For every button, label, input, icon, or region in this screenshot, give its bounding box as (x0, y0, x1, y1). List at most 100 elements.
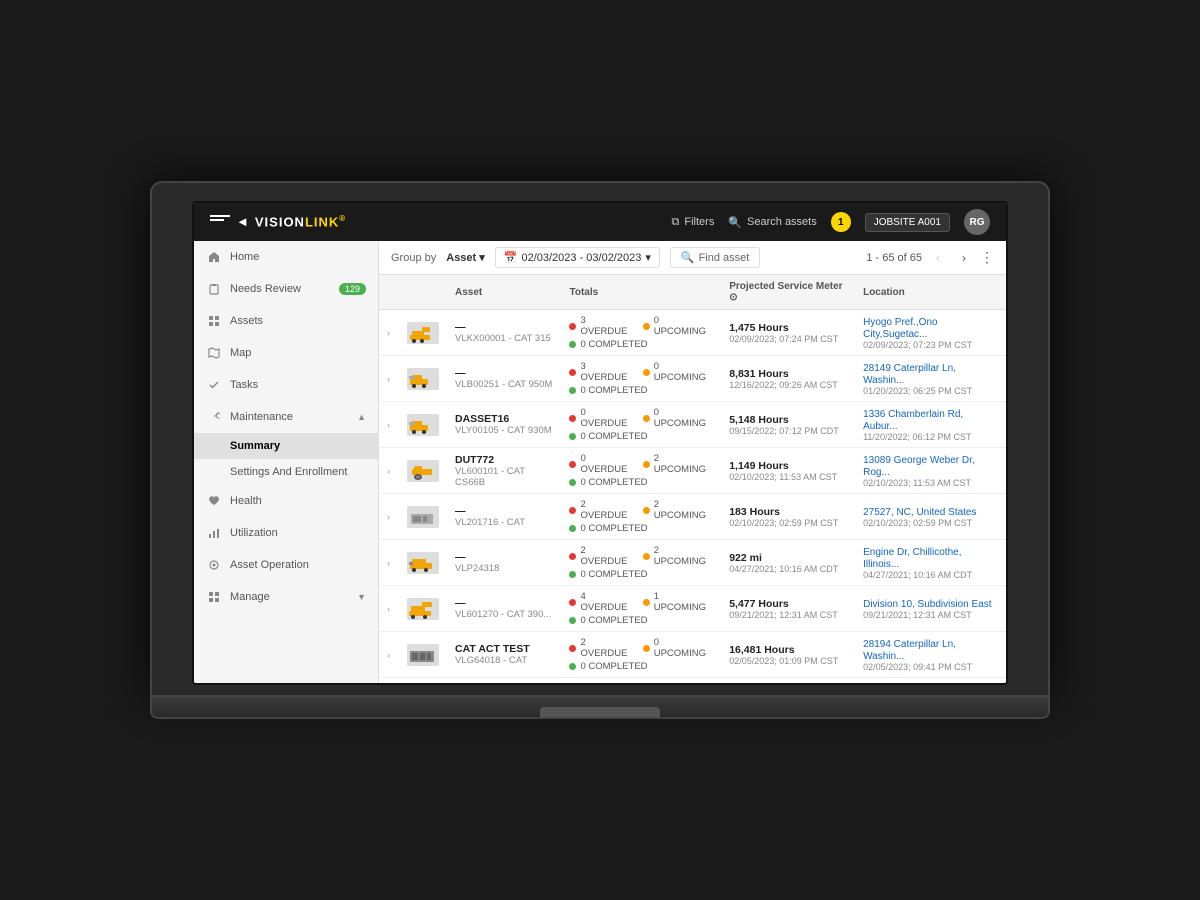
asset-id: VL201716 - CAT (455, 517, 553, 528)
overdue-row: 2 OVERDUE 0 UPCOMING (569, 637, 713, 659)
asset-thumb (407, 368, 439, 390)
overdue-dot (569, 461, 576, 468)
upcoming-count: 0 UPCOMING (654, 315, 713, 337)
col-asset[interactable]: Asset (447, 275, 561, 310)
row-expand[interactable]: › (379, 678, 399, 684)
completed-dot (569, 525, 576, 532)
upcoming-count: 0 UPCOMING (654, 637, 713, 659)
location-link[interactable]: Hyogo Pref.,Ono City,Sugetac... (863, 317, 937, 340)
find-asset-input[interactable]: 🔍 Find asset (670, 247, 760, 268)
completed-row: 0 COMPLETED (569, 431, 713, 442)
location-link[interactable]: Division 10, Subdivision East (863, 599, 991, 610)
row-expand[interactable]: › (379, 402, 399, 448)
row-asset-info: CAT ACT TEST VLG64018 - CAT (447, 632, 561, 678)
row-meter: 183 Hours 02/10/2023; 02:59 PM CST (721, 494, 855, 540)
logo: ◄ VISIONLINK® (210, 214, 346, 229)
location-link[interactable]: 27527, NC, United States (863, 507, 976, 518)
assets-table: Asset Totals Projected Service Meter ⊙ L… (379, 275, 1006, 683)
assets-icon (206, 313, 222, 329)
sidebar-item-home[interactable]: Home (194, 241, 378, 273)
row-expand[interactable]: › (379, 310, 399, 356)
row-expand[interactable]: › (379, 540, 399, 586)
completed-dot (569, 433, 576, 440)
asset-id: VLB00251 - CAT 950M (455, 379, 553, 390)
table-row: › CAT ACT TEST VLG64018 - CAT 2 OVERDUE … (379, 632, 1006, 678)
toolbar: Group by Asset ▾ 📅 02/03/2023 - 03/02/20… (379, 241, 1006, 275)
row-totals: 3 OVERDUE 0 UPCOMING 0 COMPLETED (561, 356, 721, 402)
location-link[interactable]: Engine Dr, Chillicothe, Illinois... (863, 547, 961, 570)
sidebar-item-settings-enrollment[interactable]: Settings And Enrollment (194, 459, 378, 485)
row-expand[interactable]: › (379, 356, 399, 402)
sidebar-item-assets[interactable]: Assets (194, 305, 378, 337)
sidebar-item-health[interactable]: Health (194, 485, 378, 517)
row-totals: 0 OVERDUE 0 UPCOMING 0 COMPLETED (561, 402, 721, 448)
location-link[interactable]: 28194 Caterpillar Ln, Washin... (863, 639, 956, 662)
status-dots: 3 OVERDUE 0 UPCOMING 0 COMPLETED (569, 315, 713, 350)
search-assets-button[interactable]: 🔍 Search assets (728, 216, 816, 229)
col-location[interactable]: Location (855, 275, 1006, 310)
completed-dot (569, 479, 576, 486)
group-by-label: Group by (391, 252, 436, 264)
row-expand[interactable]: › (379, 494, 399, 540)
overdue-row: 3 OVERDUE 0 UPCOMING (569, 361, 713, 383)
asset-name: DUT772 (455, 454, 553, 466)
row-thumbnail (399, 310, 447, 356)
clipboard-icon (206, 281, 222, 297)
search-icon: 🔍 (728, 216, 742, 229)
user-avatar[interactable]: RG (964, 209, 990, 235)
location-date: 04/27/2021; 10:16 AM CDT (863, 570, 998, 580)
sidebar-item-asset-operation[interactable]: Asset Operation (194, 549, 378, 581)
sidebar-item-needs-review[interactable]: Needs Review 129 (194, 273, 378, 305)
col-totals[interactable]: Totals (561, 275, 721, 310)
table-row: › DASSET16 VLY00105 - CAT 930M 0 OVERDUE… (379, 402, 1006, 448)
table-body: › — VLKX00001 - CAT 315 3 OVERDUE 0 UPCO… (379, 310, 1006, 684)
asset-name: — (455, 551, 553, 563)
filters-button[interactable]: ⧉ Filters (672, 216, 715, 229)
sidebar-item-maintenance[interactable]: Maintenance ▲ (194, 401, 378, 433)
map-icon (206, 345, 222, 361)
row-expand[interactable]: › (379, 448, 399, 494)
completed-row: 0 COMPLETED (569, 385, 713, 396)
jobsite-badge[interactable]: JOBSITE A001 (865, 213, 950, 232)
status-dots: 0 OVERDUE 2 UPCOMING 0 COMPLETED (569, 453, 713, 488)
row-expand[interactable]: › (379, 632, 399, 678)
notification-badge[interactable]: 1 (831, 212, 851, 232)
completed-count: 0 COMPLETED (580, 569, 647, 580)
logo-text: VISIONLINK® (255, 214, 346, 229)
table-row: › — VL201716 - CAT 2 OVERDUE 2 UPCOMING (379, 494, 1006, 540)
menu-icon[interactable] (210, 215, 230, 229)
asset-id: VLG64018 - CAT (455, 655, 553, 666)
next-page-button[interactable]: › (954, 248, 974, 268)
date-range-picker[interactable]: 📅 02/03/2023 - 03/02/2023 ▾ (495, 247, 660, 268)
app-header: ◄ VISIONLINK® ⧉ Filters 🔍 Search assets (194, 203, 1006, 241)
overdue-count: 2 OVERDUE (580, 545, 634, 567)
sidebar-item-utilization[interactable]: Utilization (194, 517, 378, 549)
needs-review-badge: 129 (339, 283, 366, 295)
sidebar-item-summary[interactable]: Summary (194, 433, 378, 459)
row-expand[interactable]: › (379, 586, 399, 632)
group-by-select[interactable]: Asset ▾ (446, 251, 485, 264)
location-link[interactable]: 1336 Chamberlain Rd, Aubur... (863, 409, 963, 432)
screen-bezel: ◄ VISIONLINK® ⧉ Filters 🔍 Search assets (150, 181, 1050, 697)
upcoming-dot (643, 461, 650, 468)
sidebar-item-tasks[interactable]: Tasks (194, 369, 378, 401)
table-row: › — VL601270 - CAT 390... 4 OVERDUE 1 UP… (379, 586, 1006, 632)
table-row: › — VLP24318 2 OVERDUE 2 UPCOMING 0 CO (379, 540, 1006, 586)
col-meter[interactable]: Projected Service Meter ⊙ (721, 275, 855, 310)
row-location: Division 10, Subdivision East 09/21/2021… (855, 586, 1006, 632)
status-dots: 4 OVERDUE 1 UPCOMING 0 COMPLETED (569, 591, 713, 626)
overdue-row: 0 OVERDUE 0 UPCOMING (569, 407, 713, 429)
prev-page-button[interactable]: ‹ (928, 248, 948, 268)
overdue-dot (569, 369, 576, 376)
sidebar-item-manage[interactable]: Manage ▼ (194, 581, 378, 613)
location-link[interactable]: 13089 George Weber Dr, Rog... (863, 455, 975, 478)
screen: ◄ VISIONLINK® ⧉ Filters 🔍 Search assets (192, 201, 1008, 685)
location-link[interactable]: 28149 Caterpillar Ln, Washin... (863, 363, 956, 386)
row-meter: 922 mi 04/27/2021; 10:16 AM CDT (721, 540, 855, 586)
more-options-button[interactable]: ⋮ (980, 249, 994, 266)
completed-count: 0 COMPLETED (580, 339, 647, 350)
health-icon (206, 493, 222, 509)
search-icon: 🔍 (681, 251, 695, 264)
sidebar-item-map[interactable]: Map (194, 337, 378, 369)
asset-id: VL601270 - CAT 390... (455, 609, 553, 620)
